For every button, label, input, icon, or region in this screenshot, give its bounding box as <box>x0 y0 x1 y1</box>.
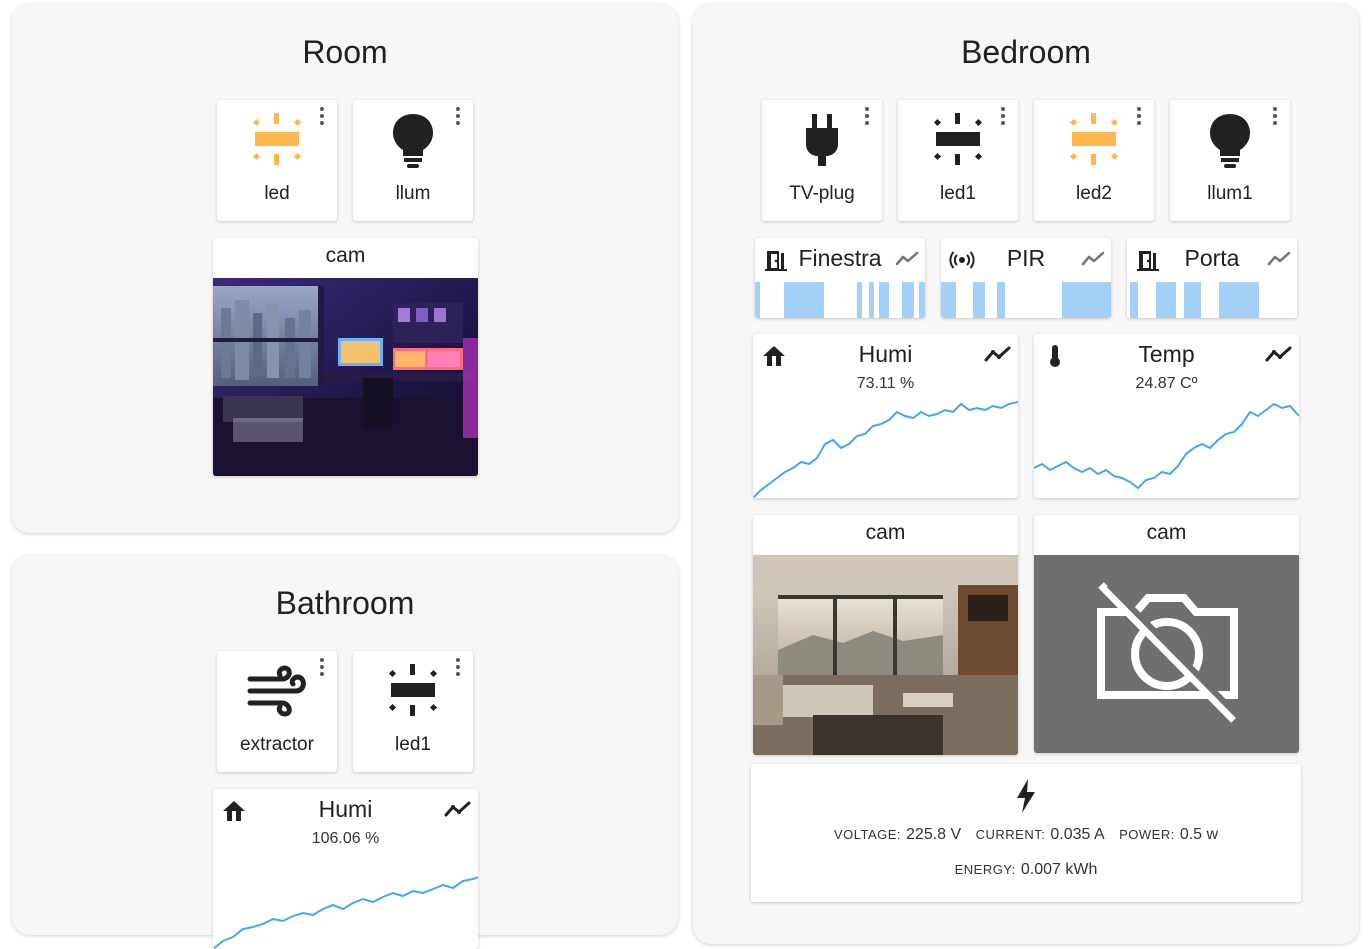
home-icon <box>223 801 245 821</box>
bedroom-porta-sensor[interactable]: Porta <box>1127 238 1297 318</box>
more-vert-icon[interactable] <box>315 657 329 677</box>
button-label: llum1 <box>1207 183 1253 204</box>
bathroom-humi-sensor[interactable]: Humi 106.06 % <box>213 789 478 949</box>
voltage-value: 225.8 V <box>906 826 962 843</box>
trending-up-icon[interactable] <box>1265 344 1293 364</box>
lightning-bolt-icon <box>1017 779 1035 813</box>
energy-value: 0.007 kWh <box>1020 861 1098 878</box>
more-vert-icon[interactable] <box>860 106 874 126</box>
sensor-name: Porta <box>1184 245 1240 271</box>
bathroom-led1-button[interactable]: led1 <box>353 651 473 772</box>
bedroom-energy-card[interactable]: VOLTAGE: 225.8 V CURRENT: 0.035 A POWER: 0.… <box>751 764 1301 902</box>
bedroom-led2-button[interactable]: led2 <box>1034 100 1154 221</box>
more-vert-icon[interactable] <box>451 657 465 677</box>
more-vert-icon[interactable] <box>996 106 1010 126</box>
bedroom-llum1-button[interactable]: llum1 <box>1170 100 1290 221</box>
button-label: led1 <box>395 734 431 755</box>
sensor-value: 73.11 % <box>856 375 915 392</box>
trending-up-icon[interactable] <box>984 344 1012 364</box>
state-history-bars <box>755 282 925 318</box>
trending-up-icon[interactable] <box>895 250 919 268</box>
energy-row-1: VOLTAGE: 225.8 V CURRENT: 0.035 A POWER: 0.… <box>751 826 1301 844</box>
door-open-icon <box>765 251 787 271</box>
motion-sensor-icon <box>949 251 975 269</box>
bedroom-camera-image[interactable] <box>753 555 1018 755</box>
more-vert-icon[interactable] <box>1132 106 1146 126</box>
power-value: 0.5 w <box>1179 826 1219 843</box>
button-label: led1 <box>940 183 976 204</box>
thermometer-icon <box>1050 345 1060 367</box>
cam-title: cam <box>325 244 366 267</box>
trending-up-icon[interactable] <box>444 799 472 819</box>
bathroom-title: Bathroom <box>275 585 415 621</box>
bathroom-panel: Bathroom extractor led1 Humi 106.06 % <box>12 555 678 949</box>
temperature-sparkline <box>1034 402 1299 490</box>
room-cam-card[interactable]: cam <box>213 238 478 476</box>
door-open-icon <box>1137 251 1159 271</box>
button-label: TV-plug <box>789 183 855 204</box>
energy-label: ENERGY: <box>954 862 1016 877</box>
button-label: led2 <box>1076 183 1112 204</box>
sensor-name: Temp <box>1138 341 1195 367</box>
power-label: POWER: <box>1119 827 1175 842</box>
bedroom-led1-button[interactable]: led1 <box>898 100 1018 221</box>
bedroom-title: Bedroom <box>961 34 1091 70</box>
bedroom-tv-plug-button[interactable]: TV-plug <box>762 100 882 221</box>
more-vert-icon[interactable] <box>1268 106 1282 126</box>
cam-title: cam <box>1146 521 1187 544</box>
state-history-bars <box>941 282 1111 318</box>
humidity-sparkline <box>213 876 478 949</box>
home-icon <box>763 346 785 366</box>
voltage-label: VOLTAGE: <box>833 827 902 842</box>
button-label: led <box>264 183 290 204</box>
sensor-name: Humi <box>858 341 913 367</box>
trending-up-icon[interactable] <box>1267 250 1291 268</box>
room-title: Room <box>302 34 388 70</box>
sensor-name: PIR <box>1006 245 1046 271</box>
room-led-button[interactable]: led <box>217 100 337 221</box>
room-camera-image[interactable] <box>213 278 478 476</box>
sensor-value: 106.06 % <box>311 830 380 847</box>
state-history-bars <box>1130 282 1259 318</box>
button-label: llum <box>395 183 431 204</box>
bedroom-cam2-card[interactable]: cam <box>1034 515 1299 753</box>
cam-title: cam <box>865 521 906 544</box>
camera-off-placeholder[interactable] <box>1034 555 1299 753</box>
camera-off-icon <box>1097 582 1245 723</box>
room-panel: Room led llum cam <box>12 4 678 533</box>
energy-row-2: ENERGY: 0.007 kWh <box>751 861 1301 879</box>
current-label: CURRENT: <box>975 827 1046 842</box>
bedroom-panel: Bedroom TV-plug led1 led2 llum1 Finestra… <box>693 4 1359 944</box>
more-vert-icon[interactable] <box>451 106 465 126</box>
bedroom-cam-card[interactable]: cam <box>753 515 1018 755</box>
bedroom-humi-sensor[interactable]: Humi 73.11 % <box>753 334 1018 498</box>
sensor-name: Humi <box>318 796 373 822</box>
current-value: 0.035 A <box>1050 826 1105 843</box>
sensor-name: Finestra <box>798 245 882 271</box>
bedroom-pir-sensor[interactable]: PIR <box>941 238 1111 318</box>
trending-up-icon[interactable] <box>1081 250 1105 268</box>
button-label: extractor <box>240 734 314 755</box>
bedroom-finestra-sensor[interactable]: Finestra <box>755 238 925 318</box>
bedroom-temp-sensor[interactable]: Temp 24.87 Cº <box>1034 334 1299 498</box>
bathroom-extractor-button[interactable]: extractor <box>217 651 337 772</box>
sensor-value: 24.87 Cº <box>1135 375 1198 392</box>
humidity-sparkline <box>753 401 1018 498</box>
room-llum-button[interactable]: llum <box>353 100 473 221</box>
more-vert-icon[interactable] <box>315 106 329 126</box>
